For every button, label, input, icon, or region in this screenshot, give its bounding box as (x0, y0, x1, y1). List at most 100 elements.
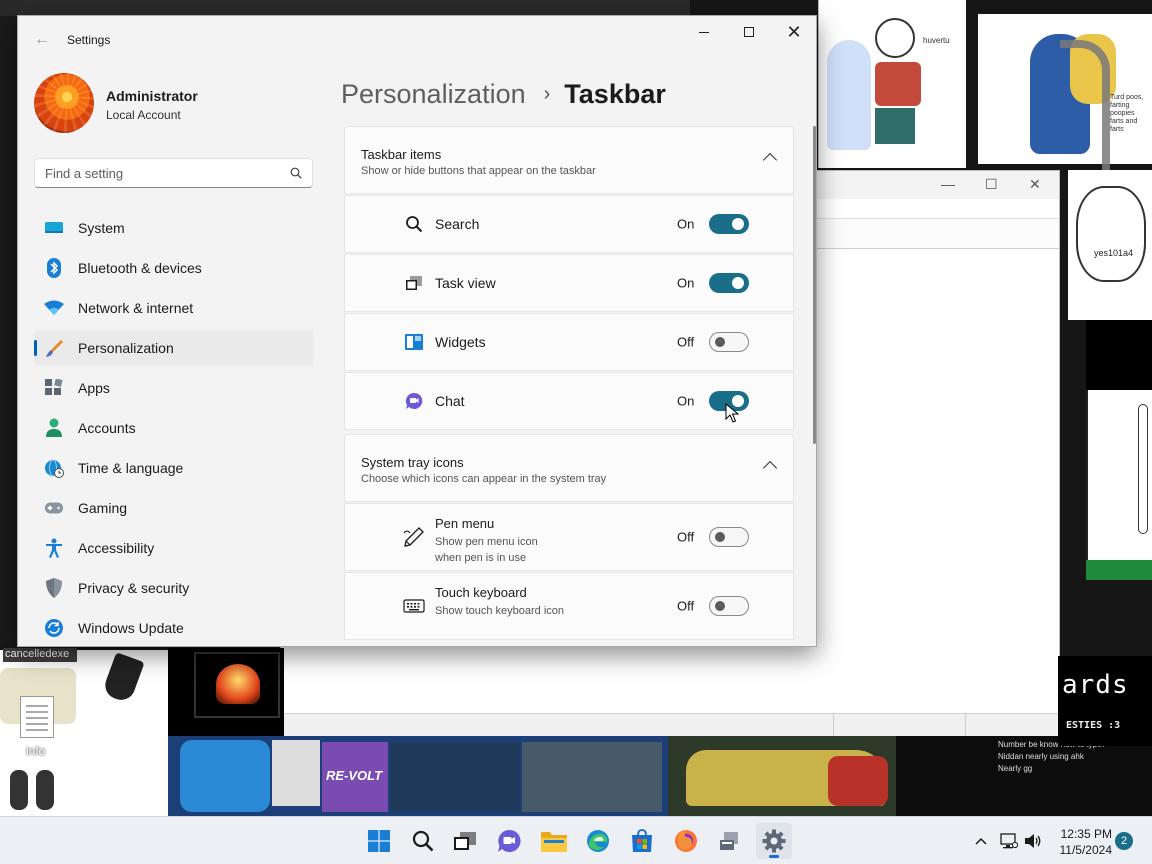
sidebar-item-accessibility[interactable]: Accessibility (34, 530, 313, 566)
toggle-state-text: Off (677, 334, 695, 350)
close-button[interactable]: ✕ (771, 16, 816, 48)
touch-keyboard-toggle[interactable] (709, 596, 749, 616)
window-title: Settings (67, 33, 111, 47)
cat-note: Turd poos, farting poopies farts and far… (1110, 94, 1144, 133)
chevron-up-icon (975, 837, 987, 845)
system-tray-icons-header[interactable]: System tray icons Choose which icons can… (344, 434, 794, 502)
background-document-tile (1086, 390, 1152, 580)
taskbar-file-explorer-button[interactable] (536, 823, 572, 859)
start-button[interactable] (361, 823, 397, 859)
accessibility-icon (44, 538, 64, 558)
background-ards-image: ards ESTIES :3 (1058, 656, 1152, 746)
comic-guy-figure (875, 18, 921, 148)
background-window-lower (280, 646, 1060, 740)
gear-icon (762, 829, 786, 853)
taskbar-settings-button[interactable] (756, 823, 792, 859)
setting-label: Pen menu (435, 516, 495, 531)
sidebar-item-windows-update[interactable]: Windows Update (34, 610, 313, 646)
background-window-titlebar[interactable]: — ☐ ✕ (817, 171, 1059, 199)
pen-menu-toggle[interactable] (709, 527, 749, 547)
settings-content: Taskbar items Show or hide buttons that … (344, 126, 794, 646)
breadcrumb-parent[interactable]: Personalization (341, 79, 526, 110)
taskbar-clock[interactable]: 12:35 PM 11/5/2024 (1050, 826, 1113, 858)
update-icon (44, 618, 64, 638)
clock-date: 11/5/2024 (1059, 843, 1113, 857)
chevron-up-icon[interactable] (762, 460, 778, 476)
chevron-up-icon[interactable] (762, 152, 778, 168)
firefox-icon (675, 830, 697, 852)
back-button[interactable]: ← (32, 30, 52, 50)
clock-time: 12:35 PM (1060, 827, 1112, 841)
taskbar-store-button[interactable] (624, 823, 660, 859)
package-icon (720, 832, 738, 850)
volume-tray-button[interactable] (1022, 817, 1044, 864)
minimize-button[interactable] (681, 16, 727, 48)
sidebar-item-system[interactable]: System (34, 210, 313, 246)
taskbar-app-installer-button[interactable] (712, 823, 748, 859)
store-icon (632, 829, 652, 852)
background-window-minimize[interactable]: — (941, 176, 955, 192)
desktop-background-strip (0, 16, 18, 646)
taskbar-firefox-button[interactable] (668, 823, 704, 859)
monitor-icon (44, 218, 64, 238)
pen-icon (403, 527, 425, 547)
sidebar-item-apps[interactable]: Apps (34, 370, 313, 406)
sidebar-item-time-language[interactable]: Time & language (34, 450, 313, 486)
desktop-icon-label-info[interactable]: info (26, 744, 45, 758)
background-comic-image: huvertu (818, 0, 966, 168)
widgets-toggle[interactable] (709, 332, 749, 352)
close-icon: ✕ (786, 22, 802, 42)
gamepad-icon (44, 498, 64, 518)
title-bar[interactable]: ← Settings ✕ (18, 16, 816, 64)
show-hidden-icons-button[interactable] (970, 817, 992, 864)
shield-icon (44, 578, 64, 598)
revolt-title: RE-VOLT (326, 768, 383, 783)
taskbar-task-view-button[interactable] (447, 823, 483, 859)
globe-clock-icon (44, 458, 64, 478)
setting-row-search: Search On (344, 195, 794, 253)
background-window-close[interactable]: ✕ (1029, 176, 1041, 193)
volume-icon (1025, 834, 1041, 848)
sidebar-item-label: Time & language (78, 460, 184, 476)
os-taskbar: 12:35 PM 11/5/2024 2 (0, 816, 1152, 864)
task-view-icon (403, 273, 425, 293)
taskbar-chat-button[interactable] (491, 823, 527, 859)
setting-row-task-view: Task view On (344, 254, 794, 312)
sidebar-item-gaming[interactable]: Gaming (34, 490, 313, 526)
chat-icon (403, 391, 425, 411)
sidebar-item-accounts[interactable]: Accounts (34, 410, 313, 446)
background-black-tile (1086, 320, 1152, 390)
avatar[interactable] (34, 73, 94, 133)
sidebar-item-label: Personalization (78, 340, 174, 356)
sidebar-item-privacy-security[interactable]: Privacy & security (34, 570, 313, 606)
content-scrollbar[interactable] (813, 126, 816, 444)
user-profile[interactable]: Administrator Local Account (34, 73, 314, 133)
sidebar-item-bluetooth[interactable]: Bluetooth & devices (34, 250, 313, 286)
search-box[interactable] (34, 158, 313, 188)
taskbar-search-button[interactable] (405, 823, 441, 859)
search-icon[interactable] (290, 167, 302, 179)
maximize-icon (744, 27, 754, 37)
taskbar-items-header[interactable]: Taskbar items Show or hide buttons that … (344, 126, 794, 194)
taskbar-edge-button[interactable] (580, 823, 616, 859)
network-tray-button[interactable] (998, 817, 1020, 864)
notification-badge[interactable]: 2 (1115, 832, 1133, 850)
windows-logo-icon (368, 830, 390, 852)
task-view-toggle[interactable] (709, 273, 749, 293)
maximize-button[interactable] (726, 16, 772, 48)
setting-label: Widgets (435, 334, 486, 350)
sidebar-item-network[interactable]: Network & internet (34, 290, 313, 326)
ards-text: ards (1062, 670, 1129, 700)
network-icon (1000, 833, 1018, 849)
search-toggle[interactable] (709, 214, 749, 234)
desktop-icon-label-cancelled[interactable]: cancelledexe (3, 648, 77, 662)
background-green-tile (1086, 560, 1152, 580)
sidebar-item-personalization[interactable]: Personalization (34, 330, 313, 366)
sketch-name: yes101a4 (1094, 248, 1134, 258)
sidebar-item-label: System (78, 220, 125, 236)
sidebar-item-label: Accounts (78, 420, 136, 436)
background-window-maximize[interactable]: ☐ (985, 176, 998, 193)
text-file-icon[interactable] (20, 696, 54, 738)
search-input[interactable] (45, 166, 275, 181)
breadcrumb: Personalization › Taskbar (341, 74, 666, 114)
